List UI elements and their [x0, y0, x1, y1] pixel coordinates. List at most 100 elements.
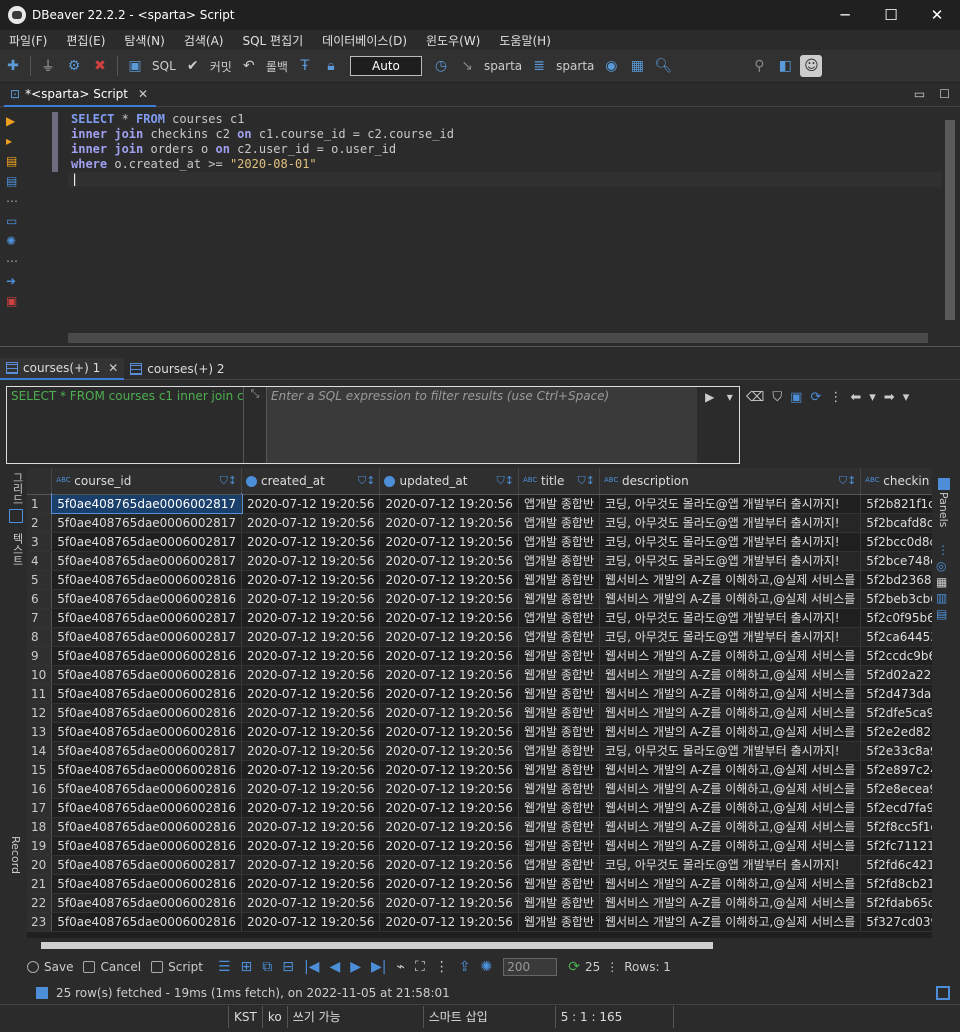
row-number[interactable]: 22 [27, 893, 53, 913]
corner-cell[interactable] [27, 468, 53, 495]
filter-history-icon[interactable]: ▾ [727, 390, 733, 404]
dropdown-icon[interactable]: ▾ [903, 390, 910, 405]
grid-horizontal-scrollbar[interactable] [27, 938, 932, 952]
back-icon[interactable]: ⬅ [850, 390, 861, 405]
cell-checkin[interactable]: 5f2beb3cb6 [860, 589, 932, 609]
table-row[interactable]: 8 5f0ae408765dae0006002817 2020-07-12 19:2… [27, 627, 932, 647]
explain-icon[interactable]: ▦ [626, 55, 648, 77]
cell-course-id[interactable]: 5f0ae408765dae0006002816 [51, 836, 243, 856]
record-view-tab[interactable]: Record [9, 836, 22, 874]
cell-course-id[interactable]: 5f0ae408765dae0006002817 [51, 741, 243, 761]
connect-icon[interactable]: ⚙ [63, 55, 85, 77]
cell-updated-at[interactable]: 2020-07-12 19:20:56 [379, 798, 519, 818]
cell-course-id[interactable]: 5f0ae408765dae0006002816 [51, 760, 243, 780]
splitter[interactable] [0, 346, 960, 358]
sort-filter-icon[interactable]: ⛉↕ [358, 474, 375, 488]
cell-title[interactable]: 앱개발 종합반 [518, 608, 601, 628]
cell-description[interactable]: 코딩, 아무것도 몰라도@앱 개발부터 출시까지! [599, 532, 862, 552]
references-icon[interactable]: ▤ [936, 607, 956, 621]
value-panel-icon[interactable]: ⋮ [937, 543, 956, 557]
sql-button[interactable]: SQL [152, 59, 176, 73]
cell-updated-at[interactable]: 2020-07-12 19:20:56 [379, 646, 519, 666]
cell-description[interactable]: 코딩, 아무것도 몰라도@앱 개발부터 출시까지! [599, 513, 862, 533]
text-view-tab[interactable]: 텍스트 [9, 533, 25, 566]
find-icon[interactable]: 🔍︎ [652, 55, 674, 77]
refresh-icon[interactable]: ⟳ [568, 959, 580, 975]
maximize-view-icon[interactable]: ☐ [939, 87, 950, 101]
close-button[interactable]: ✕ [914, 0, 960, 30]
table-row[interactable]: 7 5f0ae408765dae0006002817 2020-07-12 19:2… [27, 608, 932, 628]
cell-title[interactable]: 웹개발 종합반 [518, 798, 601, 818]
cell-title[interactable]: 웹개발 종합반 [518, 836, 601, 856]
cell-title[interactable]: 앱개발 종합반 [518, 532, 601, 552]
cell-title[interactable]: 앱개발 종합반 [518, 627, 601, 647]
menu-sql-editor[interactable]: SQL 편집기 [242, 32, 303, 49]
table-row[interactable]: 4 5f0ae408765dae0006002817 2020-07-12 19:2… [27, 551, 932, 571]
editor-vertical-scrollbar[interactable] [942, 108, 958, 330]
cell-title[interactable]: 웹개발 종합반 [518, 703, 601, 723]
datasource-selector[interactable]: sparta [484, 59, 522, 73]
cell-description[interactable]: 웹서비스 개발의 A-Z를 이해하고,@실제 서비스를 [599, 912, 862, 932]
cell-course-id[interactable]: 5f0ae408765dae0006002816 [51, 874, 243, 894]
cell-title[interactable]: 웹개발 종합반 [518, 589, 601, 609]
cell-description[interactable]: 웹서비스 개발의 A-Z를 이해하고,@실제 서비스를 [599, 836, 862, 856]
cell-created-at[interactable]: 2020-07-12 19:20:56 [241, 551, 381, 571]
cell-checkin[interactable]: 5f2d473da9 [860, 684, 932, 704]
cell-title[interactable]: 웹개발 종합반 [518, 665, 601, 685]
sql-editor-icon[interactable]: ▣ [124, 55, 146, 77]
cell-title[interactable]: 앱개발 종합반 [518, 513, 601, 533]
cell-course-id[interactable]: 5f0ae408765dae0006002816 [51, 684, 243, 704]
cell-description[interactable]: 웹서비스 개발의 A-Z를 이해하고,@실제 서비스를 [599, 570, 862, 590]
cell-title[interactable]: 웹개발 종합반 [518, 684, 601, 704]
cell-description[interactable]: 웹서비스 개발의 A-Z를 이해하고,@실제 서비스를 [599, 722, 862, 742]
menu-navigate[interactable]: 탐색(N) [124, 32, 164, 49]
cell-title[interactable]: 웹개발 종합반 [518, 874, 601, 894]
history-icon[interactable]: ◷ [430, 55, 452, 77]
cell-description[interactable]: 웹서비스 개발의 A-Z를 이해하고,@실제 서비스를 [599, 893, 862, 913]
cell-updated-at[interactable]: 2020-07-12 19:20:56 [379, 513, 519, 533]
result-tab-2[interactable]: courses(+) 2 [124, 358, 230, 380]
menu-file[interactable]: 파일(F) [9, 32, 47, 49]
cancel-button[interactable]: Cancel [83, 960, 141, 974]
cell-description[interactable]: 코딩, 아무것도 몰라도@앱 개발부터 출시까지! [599, 494, 862, 514]
cell-title[interactable]: 웹개발 종합반 [518, 912, 601, 932]
cell-course-id[interactable]: 5f0ae408765dae0006002817 [51, 513, 243, 533]
panels-icon[interactable] [938, 478, 950, 490]
grid-view-tab[interactable]: 그리드 [9, 472, 25, 505]
eraser-icon[interactable]: ⌫ [746, 390, 764, 405]
sort-filter-icon[interactable]: ⛉↕ [578, 474, 595, 488]
cell-course-id[interactable]: 5f0ae408765dae0006002817 [51, 551, 243, 571]
cell-course-id[interactable]: 5f0ae408765dae0006002816 [51, 798, 243, 818]
search-icon[interactable]: ⚲ [748, 55, 770, 77]
new-script-icon[interactable]: ▣ [6, 294, 22, 308]
query-preview[interactable]: SELECT * FROM courses c1 inner join c [7, 387, 243, 463]
cell-description[interactable]: 코딩, 아무것도 몰라도@앱 개발부터 출시까지! [599, 627, 862, 647]
table-row[interactable]: 23 5f0ae408765dae0006002816 2020-07-12 19:… [27, 912, 932, 932]
cell-checkin[interactable]: 5f2bce748c [860, 551, 932, 571]
row-number[interactable]: 4 [27, 551, 53, 571]
cell-description[interactable]: 웹서비스 개발의 A-Z를 이해하고,@실제 서비스를 [599, 703, 862, 723]
row-number[interactable]: 15 [27, 760, 53, 780]
table-row[interactable]: 11 5f0ae408765dae0006002816 2020-07-12 19:… [27, 684, 932, 704]
save-filter-icon[interactable]: ▣ [790, 390, 802, 405]
cell-course-id[interactable]: 5f0ae408765dae0006002816 [51, 665, 243, 685]
cell-updated-at[interactable]: 2020-07-12 19:20:56 [379, 627, 519, 647]
cell-title[interactable]: 웹개발 종합반 [518, 646, 601, 666]
fullscreen-icon[interactable]: ⛶ [415, 959, 425, 975]
cell-course-id[interactable]: 5f0ae408765dae0006002816 [51, 779, 243, 799]
menu-window[interactable]: 윈도우(W) [426, 32, 480, 49]
cell-created-at[interactable]: 2020-07-12 19:20:56 [241, 798, 381, 818]
previous-icon[interactable]: ◀ [329, 959, 340, 975]
cell-created-at[interactable]: 2020-07-12 19:20:56 [241, 855, 381, 875]
menu-edit[interactable]: 편집(E) [66, 32, 105, 49]
row-number[interactable]: 12 [27, 703, 53, 723]
minimize-view-icon[interactable]: ▭ [914, 87, 925, 101]
refresh-icon[interactable]: ⟳ [810, 390, 821, 405]
schema-icon[interactable]: ≣ [528, 55, 550, 77]
cell-updated-at[interactable]: 2020-07-12 19:20:56 [379, 836, 519, 856]
cell-checkin[interactable]: 5f2ccdc9b6 [860, 646, 932, 666]
cell-updated-at[interactable]: 2020-07-12 19:20:56 [379, 722, 519, 742]
cell-checkin[interactable]: 5f2e2ed824 [860, 722, 932, 742]
avatar-icon[interactable]: ☺ [800, 55, 823, 77]
cell-title[interactable]: 앱개발 종합반 [518, 855, 601, 875]
